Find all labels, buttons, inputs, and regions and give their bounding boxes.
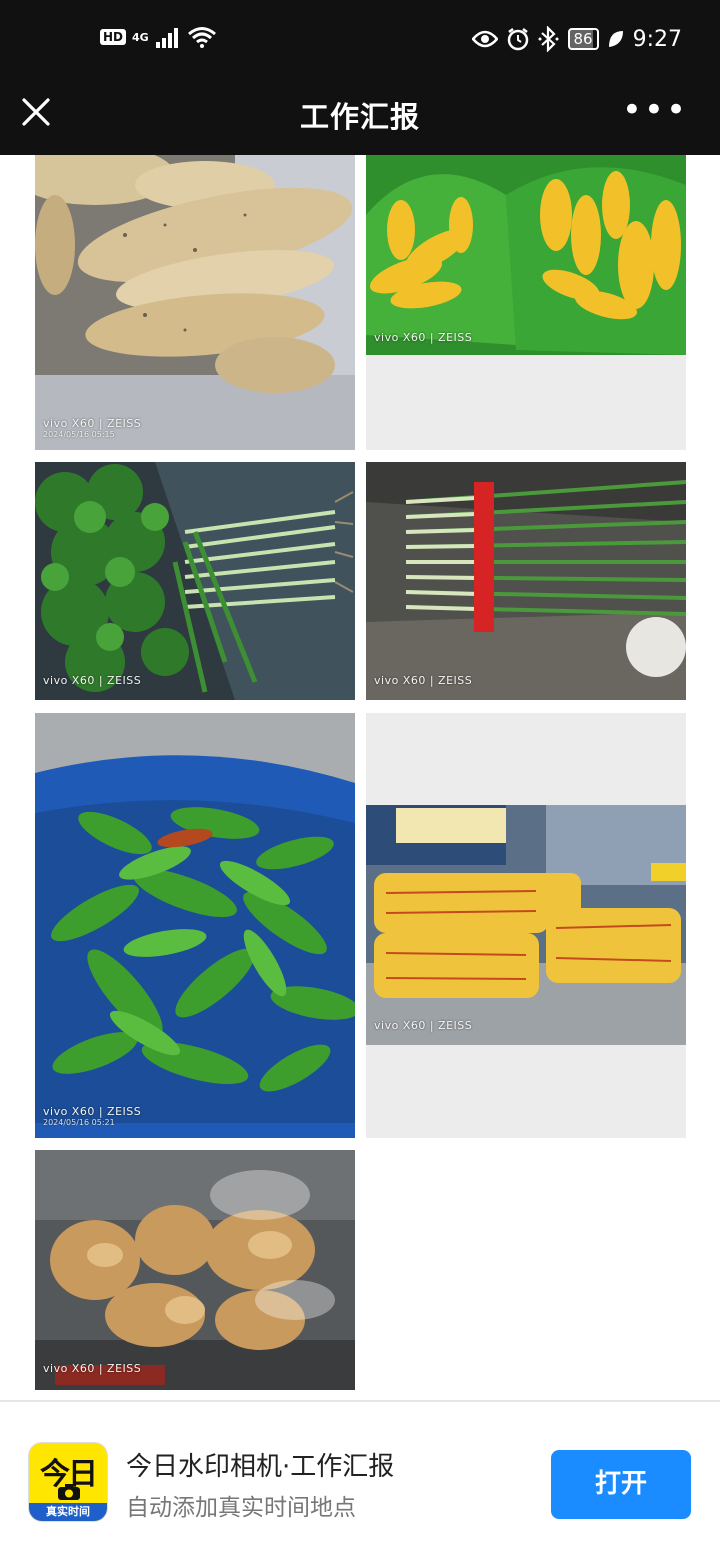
- more-icon[interactable]: •••: [622, 90, 688, 130]
- photo-green-peppers[interactable]: vivo X60 | ZEISS 2024/05/16 05:21: [35, 713, 355, 1138]
- watermark-brand: vivo X60 | ZEISS: [43, 1105, 142, 1118]
- battery-indicator: 86: [567, 28, 599, 50]
- photo-watermark: vivo X60 | ZEISS: [374, 1019, 472, 1032]
- status-right: 86 9:27: [471, 26, 682, 52]
- open-app-button[interactable]: 打开: [551, 1450, 691, 1519]
- photo-watermark: vivo X60 | ZEISS: [43, 1362, 141, 1375]
- app-icon-bottom-text: 真实时间: [29, 1503, 107, 1521]
- status-left: HD 4G: [100, 26, 217, 48]
- signal-icon: [155, 28, 178, 48]
- app-description: 自动添加真实时间地点: [126, 1495, 356, 1521]
- photo-loofah[interactable]: vivo X60 | ZEISS 2024/05/16 05:15: [35, 155, 355, 450]
- bluetooth-icon: [538, 26, 558, 52]
- app-name: 今日水印相机·工作汇报: [126, 1452, 395, 1482]
- photo-watermark: vivo X60 | ZEISS: [374, 674, 472, 687]
- eye-icon: [471, 30, 498, 48]
- battery-level: 86: [573, 30, 593, 48]
- photo-watermark: vivo X60 | ZEISS: [43, 674, 141, 687]
- watermark-brand: vivo X60 | ZEISS: [374, 674, 473, 687]
- watermark-brand: vivo X60 | ZEISS: [374, 331, 473, 344]
- photo-garlic-sprouts[interactable]: vivo X60 | ZEISS: [366, 462, 686, 700]
- page-title: 工作汇报: [299, 100, 420, 134]
- watermark-brand: vivo X60 | ZEISS: [43, 417, 142, 430]
- photo-watermark: vivo X60 | ZEISS 2024/05/16 05:15: [43, 417, 141, 439]
- photo-ginger[interactable]: vivo X60 | ZEISS: [35, 1150, 355, 1390]
- photo-watermark: vivo X60 | ZEISS 2024/05/16 05:21: [43, 1105, 141, 1127]
- watermark-brand: vivo X60 | ZEISS: [43, 674, 142, 687]
- hd-badge: HD: [100, 29, 127, 45]
- photo-watermark: vivo X60 | ZEISS: [374, 331, 472, 344]
- network-type: 4G: [132, 30, 149, 44]
- watermark-brand: vivo X60 | ZEISS: [43, 1362, 142, 1375]
- status-bar: HD 4G 86 9:27: [0, 0, 720, 82]
- title-bar: 工作汇报 •••: [0, 82, 720, 155]
- photo-coriander-scallion[interactable]: vivo X60 | ZEISS: [35, 462, 355, 700]
- app-promo-bar: 今日 真实时间 今日水印相机·工作汇报 自动添加真实时间地点 打开: [0, 1400, 720, 1560]
- photo-grid: vivo X60 | ZEISS 2024/05/16 05:15 vivo X…: [0, 155, 720, 1400]
- watermark-date: 2024/05/16 05:15: [43, 430, 115, 439]
- photo-noodle-bags[interactable]: vivo X60 | ZEISS: [366, 713, 686, 1138]
- camera-icon: [58, 1484, 80, 1500]
- photo-corn[interactable]: vivo X60 | ZEISS: [366, 155, 686, 450]
- wifi-icon: [187, 27, 216, 48]
- alarm-icon: [507, 28, 528, 51]
- app-icon[interactable]: 今日 真实时间: [28, 1442, 108, 1522]
- leaf-icon: [608, 31, 623, 47]
- watermark-brand: vivo X60 | ZEISS: [374, 1019, 473, 1032]
- clock: 9:27: [632, 26, 682, 52]
- watermark-date: 2024/05/16 05:21: [43, 1118, 115, 1127]
